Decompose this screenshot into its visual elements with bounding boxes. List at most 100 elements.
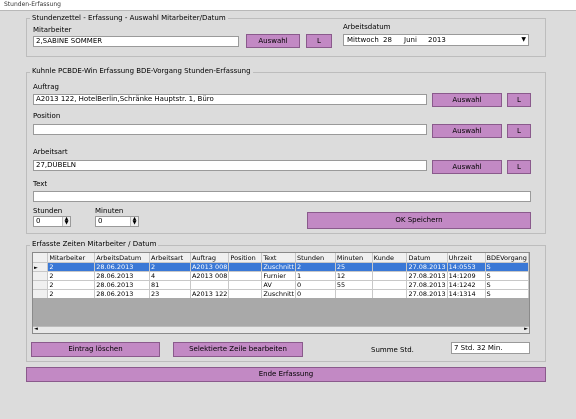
arbeitsdatum-label: Arbeitsdatum (343, 23, 391, 31)
position-l-button[interactable]: L (507, 124, 531, 138)
table-cell: 12 (335, 271, 373, 281)
text-label: Text (33, 180, 48, 188)
minuten-label: Minuten (95, 207, 124, 215)
table-cell (228, 280, 263, 290)
arbeitsart-l-button[interactable]: L (507, 160, 531, 174)
row-indicator[interactable] (33, 271, 49, 281)
column-header[interactable]: Arbeitsart (149, 253, 191, 263)
table-cell (372, 271, 408, 281)
row-indicator-header (33, 253, 49, 263)
table-cell (190, 280, 230, 290)
eintrag-loeschen-button[interactable]: Eintrag löschen (31, 342, 160, 357)
minuten-value: 0 (98, 217, 103, 225)
table-cell: 2 (149, 262, 191, 272)
window-title: Stunden-Erfassung (4, 1, 61, 8)
table-cell: 2 (47, 262, 96, 272)
column-header[interactable]: Text (261, 253, 296, 263)
minuten-spinner[interactable]: 0 ▲ ▼ (95, 216, 139, 227)
table-cell: 14:1209 (447, 271, 486, 281)
mitarbeiter-field[interactable]: 2,SABINE SOMMER (33, 36, 239, 47)
scroll-right-icon[interactable]: ► (524, 326, 528, 332)
table-cell (372, 280, 408, 290)
row-indicator[interactable] (33, 280, 49, 290)
table-cell: 1 (295, 271, 336, 281)
window-titlebar: Stunden-Erfassung (0, 0, 576, 11)
column-header[interactable]: Datum (406, 253, 448, 263)
table-cell: 4 (149, 271, 191, 281)
auftrag-l-button[interactable]: L (507, 93, 531, 107)
selektierte-zeile-bearbeiten-button[interactable]: Selektierte Zeile bearbeiten (173, 342, 303, 357)
ok-speichern-button[interactable]: OK Speichern (307, 212, 531, 229)
column-header[interactable]: Kunde (372, 253, 408, 263)
column-header[interactable]: Stunden (295, 253, 336, 263)
table-cell: 81 (149, 280, 191, 290)
column-header[interactable]: Position (228, 253, 263, 263)
current-row-arrow-icon[interactable]: ► (33, 262, 49, 272)
mitarbeiter-l-button[interactable]: L (306, 34, 332, 48)
arbeitsdatum-picker[interactable]: Mittwoch 28 Juni 2013 ▼ (343, 34, 529, 46)
table-empty-area (33, 298, 529, 326)
scroll-left-icon[interactable]: ◄ (34, 326, 38, 332)
employee-date-group-legend: Stundenzettel - Erfassung - Auswahl Mita… (30, 14, 228, 22)
position-auswahl-button[interactable]: Auswahl (432, 124, 502, 138)
table-cell: 27.08.2013 (406, 271, 448, 281)
bde-entry-group-legend: Kuhnle PCBDE-Win Erfassung BDE-Vorgang S… (30, 67, 253, 75)
auftrag-auswahl-button[interactable]: Auswahl (432, 93, 502, 107)
recorded-times-table[interactable]: Mitarbeiter ArbeitsDatum Arbeitsart Auftrag… (32, 252, 530, 334)
table-cell: 2 (47, 271, 96, 281)
column-header[interactable]: ArbeitsDatum (94, 253, 151, 263)
arbeitsart-auswahl-button[interactable]: Auswahl (432, 160, 502, 174)
table-cell (228, 271, 263, 281)
auftrag-label: Auftrag (33, 83, 59, 91)
horizontal-scrollbar[interactable]: ◄ ► (33, 326, 529, 333)
table-cell: S (485, 271, 529, 281)
table-cell: 14:0553 (447, 262, 486, 272)
mitarbeiter-auswahl-button[interactable]: Auswahl (246, 34, 300, 48)
table-cell: 55 (335, 280, 373, 290)
column-header[interactable]: Minuten (335, 253, 373, 263)
arbeitsart-field[interactable]: 27,DÜBELN (33, 160, 427, 171)
position-field[interactable] (33, 124, 427, 135)
table-cell: 14:1242 (447, 280, 486, 290)
table-cell: 2 (47, 280, 96, 290)
spinner-arrows-icon[interactable]: ▲ ▼ (62, 217, 70, 226)
stunden-value: 0 (36, 217, 41, 225)
table-cell: 27.08.2013 (406, 262, 448, 272)
spinner-arrows-icon[interactable]: ▲ ▼ (130, 217, 138, 226)
date-month: Juni (404, 36, 417, 44)
stunden-label: Stunden (33, 207, 63, 215)
column-header[interactable]: BDEVorgang (485, 253, 529, 263)
table-cell: A2013 008 (190, 271, 230, 281)
summe-field: 7 Std. 32 Min. (451, 342, 530, 354)
table-cell (228, 262, 263, 272)
table-cell: AV (261, 280, 296, 290)
table-cell (372, 262, 408, 272)
table-cell: 28.06.2013 (94, 280, 151, 290)
times-table: Mitarbeiter ArbeitsDatum Arbeitsart Auftrag… (33, 253, 529, 299)
column-header[interactable]: Uhrzeit (447, 253, 486, 263)
table-cell: 0 (295, 280, 336, 290)
summe-label: Summe Std. (371, 346, 414, 354)
table-row[interactable]: 2 28.06.2013 81 AV 0 55 27.08.2013 14:1242 S (33, 280, 529, 290)
dropdown-arrow-icon[interactable]: ▼ (521, 35, 526, 45)
text-field[interactable] (33, 191, 531, 202)
column-header[interactable]: Mitarbeiter (47, 253, 96, 263)
auftrag-field[interactable]: A2013 122, HotelBerlin,Schränke Hauptstr… (33, 94, 427, 105)
arbeitsart-label: Arbeitsart (33, 148, 68, 156)
table-cell: 28.06.2013 (94, 271, 151, 281)
table-cell: 28.06.2013 (94, 262, 151, 272)
table-row[interactable]: 2 28.06.2013 4 A2013 008 Furnier 1 12 27.08.201… (33, 271, 529, 281)
table-cell: Furnier (261, 271, 296, 281)
ende-erfassung-button[interactable]: Ende Erfassung (26, 367, 546, 382)
table-row[interactable]: ► 2 28.06.2013 2 A2013 008 Zuschnitt 2 25 27.08.… (33, 262, 529, 272)
table-cell: A2013 008 (190, 262, 230, 272)
column-header[interactable]: Auftrag (190, 253, 230, 263)
table-cell: S (485, 262, 529, 272)
stunden-spinner[interactable]: 0 ▲ ▼ (33, 216, 71, 227)
table-cell: Zuschnitt (261, 262, 296, 272)
mitarbeiter-label: Mitarbeiter (33, 26, 72, 34)
date-weekday: Mittwoch (347, 36, 379, 44)
date-year: 2013 (428, 36, 446, 44)
recorded-times-group-legend: Erfasste Zeiten Mitarbeiter / Datum (30, 240, 159, 248)
table-cell: S (485, 280, 529, 290)
